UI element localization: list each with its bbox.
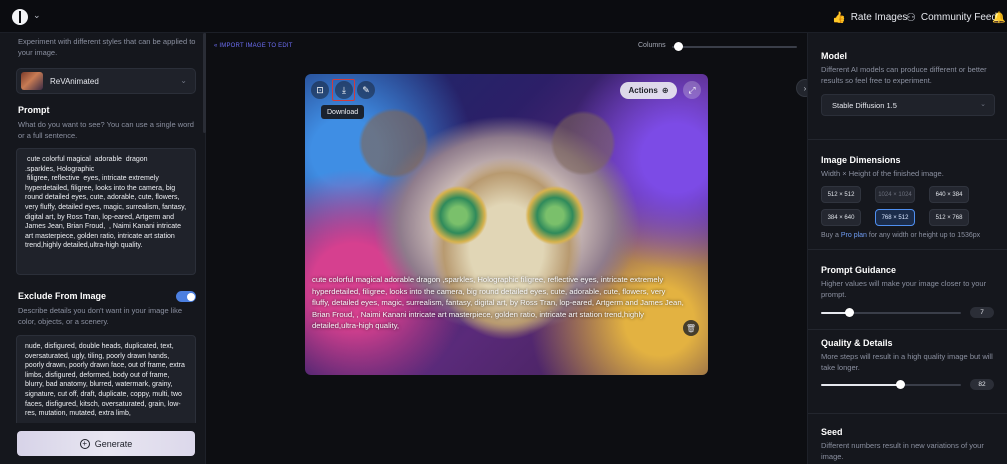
seed-title: Seed: [821, 427, 843, 437]
dimension-option[interactable]: 384 × 640: [821, 209, 861, 226]
pro-plan-link[interactable]: Pro plan: [841, 232, 867, 239]
image-dimensions-description: Width × Height of the finished image.: [821, 169, 944, 178]
thumbs-up-icon: 👍: [832, 11, 846, 24]
prompt-textarea[interactable]: cute colorful magical adorable dragon .s…: [16, 148, 196, 275]
download-highlight: [332, 79, 355, 101]
columns-slider-knob[interactable]: [673, 42, 683, 51]
exclude-title: Exclude From Image: [18, 291, 107, 301]
community-feed-label: Community Feed: [920, 11, 998, 23]
guidance-slider-knob[interactable]: [844, 308, 854, 317]
main-canvas: « IMPORT IMAGE TO EDIT Columns › ⊡ ⤓ ✎ D…: [206, 33, 814, 464]
image-dimensions-title: Image Dimensions: [821, 155, 901, 165]
notifications-button[interactable]: 🔔: [992, 7, 1006, 27]
plus-circle-icon: ⊕: [661, 86, 669, 95]
columns-slider-track[interactable]: [672, 46, 797, 48]
guidance-value[interactable]: 7: [970, 307, 994, 318]
model-description: Different AI models can produce differen…: [821, 65, 987, 85]
exclude-toggle[interactable]: [176, 291, 196, 302]
seed-description: Different numbers result in new variatio…: [821, 441, 984, 461]
exclude-textarea[interactable]: nude, disfigured, double heads, duplicat…: [16, 335, 196, 430]
left-panel: Experiment with different styles that ca…: [0, 33, 206, 464]
pro-suffix: for any width or height up to 1536px: [866, 232, 981, 239]
chevron-down-icon: ⌄: [180, 76, 187, 85]
model-select[interactable]: Stable Diffusion 1.5 ⌄: [821, 94, 995, 116]
quality-details-description: More steps will result in a high quality…: [821, 352, 993, 372]
quality-slider-fill: [821, 384, 901, 386]
generate-button[interactable]: + Generate: [17, 431, 195, 456]
actions-label: Actions: [628, 86, 658, 95]
dimension-option[interactable]: 512 × 512: [821, 186, 861, 203]
chevron-down-icon: ⌄: [980, 101, 986, 108]
people-icon: ⚇: [906, 11, 916, 24]
pro-plan-note: Buy a Pro plan for any width or height u…: [821, 232, 980, 239]
divider: [808, 329, 1007, 330]
divider: [808, 413, 1007, 414]
style-description: Experiment with different styles that ca…: [18, 37, 196, 57]
prompt-guidance-description: Higher values will make your image close…: [821, 279, 987, 299]
dimension-option[interactable]: 1024 × 1024: [875, 186, 915, 203]
right-panel: Model Different AI models can produce di…: [807, 33, 1007, 464]
select-icon[interactable]: ⊡: [311, 81, 329, 99]
trash-icon[interactable]: 🗑: [683, 320, 699, 336]
dimension-option[interactable]: 768 × 512: [875, 209, 915, 226]
model-select-value: Stable Diffusion 1.5: [832, 100, 897, 110]
image-caption: cute colorful magical adorable dragon ,s…: [312, 275, 684, 331]
columns-label: Columns: [638, 42, 666, 49]
expand-icon[interactable]: ⤢: [683, 81, 701, 99]
prompt-guidance-title: Prompt Guidance: [821, 265, 897, 275]
chevron-down-icon[interactable]: ⌄: [33, 10, 41, 21]
prompt-description: What do you want to see? You can use a s…: [18, 120, 194, 140]
download-tooltip: Download: [321, 105, 365, 119]
plus-circle-icon: +: [79, 438, 90, 449]
prompt-title: Prompt: [18, 105, 50, 115]
dimension-option[interactable]: 512 × 768: [929, 209, 969, 226]
dimension-option[interactable]: 640 × 384: [929, 186, 969, 203]
rate-images-label: Rate Images: [850, 11, 908, 23]
bell-icon: 🔔: [992, 11, 1006, 24]
pro-prefix: Buy a: [821, 232, 841, 239]
generate-label: Generate: [94, 438, 133, 449]
generate-area: + Generate: [0, 423, 205, 464]
rate-images-button[interactable]: 👍 Rate Images: [832, 7, 907, 27]
quality-value[interactable]: 82: [970, 379, 994, 390]
app-logo-icon[interactable]: [12, 9, 28, 25]
edit-pencil-icon[interactable]: ✎: [357, 81, 375, 99]
community-feed-button[interactable]: ⚇ Community Feed: [906, 7, 997, 27]
generated-image-card[interactable]: ⊡ ⤓ ✎ Download Actions ⊕ ⤢ cute colorful…: [305, 74, 708, 375]
exclude-description: Describe details you don't want in your …: [18, 306, 183, 326]
style-model-select[interactable]: ReVAnimated ⌄: [16, 68, 196, 94]
divider: [808, 249, 1007, 250]
model-title: Model: [821, 51, 847, 61]
model-thumbnail: [21, 72, 43, 90]
divider: [808, 139, 1007, 140]
top-bar: ⌄ 👍 Rate Images ⚇ Community Feed 🔔: [0, 0, 1007, 33]
actions-button[interactable]: Actions ⊕: [620, 82, 677, 99]
quality-slider-knob[interactable]: [896, 380, 906, 389]
quality-details-title: Quality & Details: [821, 338, 893, 348]
import-image-link[interactable]: « IMPORT IMAGE TO EDIT: [214, 43, 293, 49]
model-name: ReVAnimated: [50, 76, 99, 86]
